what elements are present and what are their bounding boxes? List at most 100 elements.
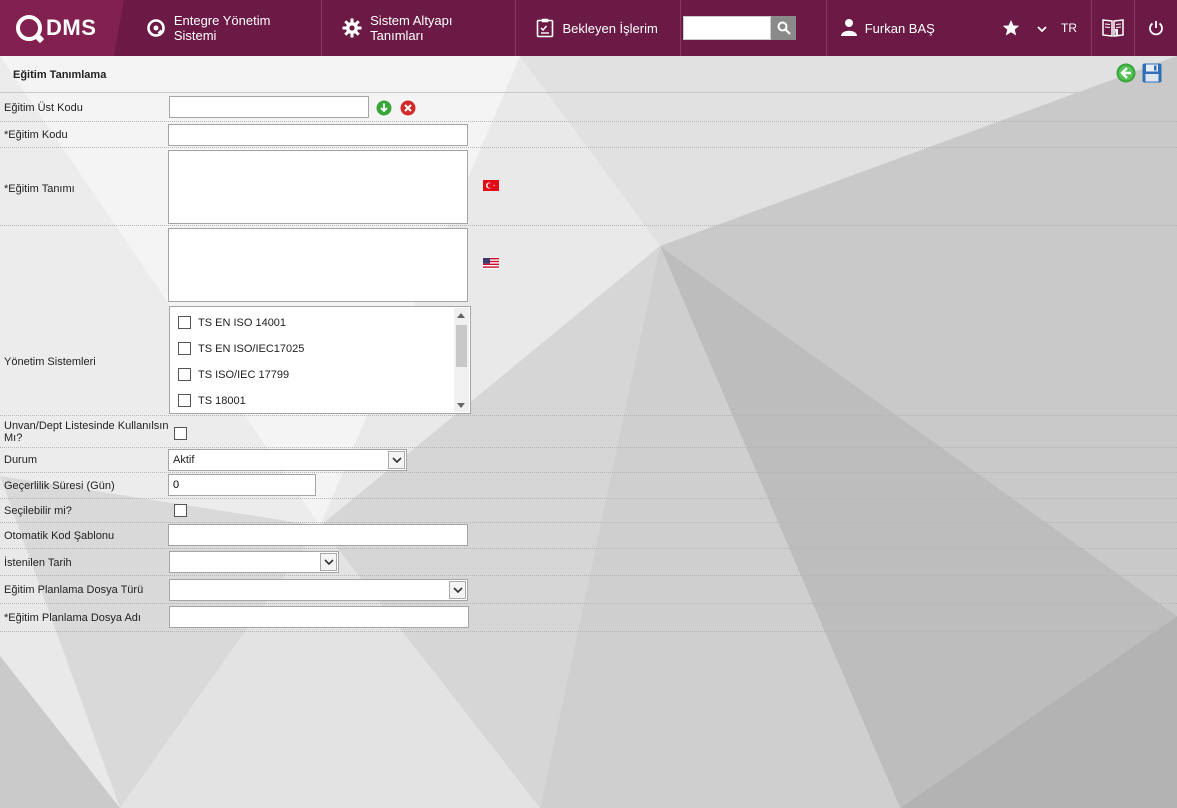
row-egitim-tanimi-en bbox=[0, 226, 1177, 304]
help-book-icon[interactable] bbox=[1091, 0, 1135, 56]
row-secilebilir: Seçilebilir mi? bbox=[0, 499, 1177, 523]
label-line: Mı? bbox=[4, 432, 23, 444]
dropdown-arrow[interactable] bbox=[388, 451, 405, 469]
label-secilebilir: Seçilebilir mi? bbox=[4, 505, 72, 517]
nav-sistem-altyapi-tanimlari[interactable]: Sistem Altyapı Tanımları bbox=[322, 0, 517, 56]
yonetim-sistemleri-listbox[interactable]: TS EN ISO 14001 TS EN ISO/IEC17025 TS IS… bbox=[169, 306, 471, 414]
egitim-tanimi-en-textarea[interactable] bbox=[168, 228, 468, 302]
list-item[interactable]: TS ISO/IEC 17799 bbox=[178, 368, 289, 381]
right-toolbar: TR bbox=[999, 0, 1177, 56]
save-button[interactable] bbox=[1142, 63, 1162, 86]
logo-text: DMS bbox=[46, 15, 97, 40]
chevron-down-icon bbox=[452, 587, 463, 593]
row-egitim-kodu: *Eğitim Kodu bbox=[0, 122, 1177, 148]
list-item[interactable]: TS EN ISO/IEC17025 bbox=[178, 342, 304, 355]
page-header: Eğitim Tanımlama bbox=[0, 56, 1177, 93]
row-durum: Durum Aktif bbox=[0, 448, 1177, 473]
language-selector[interactable]: TR bbox=[1023, 21, 1091, 35]
turkey-flag-icon[interactable] bbox=[483, 180, 499, 194]
list-item-label: TS ISO/IEC 17799 bbox=[198, 368, 290, 381]
label-egitim-ust-kodu: Eğitim Üst Kodu bbox=[4, 102, 83, 114]
back-button[interactable] bbox=[1116, 63, 1136, 86]
egitim-tanimi-tr-textarea[interactable] bbox=[168, 150, 468, 224]
egitim-kodu-input[interactable] bbox=[168, 124, 468, 146]
row-dosya-turu: Eğitim Planlama Dosya Türü bbox=[0, 576, 1177, 604]
row-dosya-adi: *Eğitim Planlama Dosya Adı bbox=[0, 604, 1177, 632]
clear-x-icon[interactable] bbox=[400, 100, 416, 119]
nav-label: Sistem Altyapı Tanımları bbox=[370, 13, 453, 43]
istenilen-tarih-select[interactable] bbox=[169, 551, 339, 573]
page-title: Eğitim Tanımlama bbox=[13, 69, 107, 81]
label-durum: Durum bbox=[4, 454, 38, 466]
chevron-down-icon bbox=[391, 457, 402, 463]
chevron-down-icon bbox=[323, 559, 334, 565]
label-dosya-adi: *Eğitim Planlama Dosya Adı bbox=[4, 612, 141, 624]
back-arrow-icon bbox=[1116, 63, 1136, 83]
secilebilir-checkbox[interactable] bbox=[174, 504, 187, 517]
label-yonetim-sistemleri: Yönetim Sistemleri bbox=[4, 356, 96, 368]
usa-flag-icon[interactable] bbox=[483, 258, 499, 272]
nav-label: Bekleyen İşlerim bbox=[562, 20, 658, 36]
row-egitim-tanimi-tr: *Eğitim Tanımı bbox=[0, 148, 1177, 226]
label-dosya-turu: Eğitim Planlama Dosya Türü bbox=[4, 584, 144, 596]
user-icon bbox=[840, 18, 857, 39]
chevron-down-icon bbox=[1037, 21, 1047, 35]
qdms-circle-icon bbox=[146, 18, 166, 38]
row-unvan-dept: Unvan/Dept Listesinde Kullanılsın Mı? bbox=[0, 416, 1177, 448]
select-down-icon[interactable] bbox=[376, 100, 392, 119]
dropdown-arrow[interactable] bbox=[320, 553, 337, 571]
scrollbar-thumb[interactable] bbox=[456, 325, 467, 367]
row-egitim-ust-kodu: Eğitim Üst Kodu bbox=[0, 94, 1177, 122]
gear-icon bbox=[342, 18, 362, 38]
list-item-label: TS EN ISO/IEC17025 bbox=[198, 342, 305, 355]
list-item-label: TS 18001 bbox=[198, 394, 246, 407]
row-yonetim-sistemleri: Yönetim Sistemleri TS EN ISO 14001 TS EN… bbox=[0, 304, 1177, 416]
clipboard-icon bbox=[536, 18, 554, 38]
listbox-scrollbar[interactable] bbox=[454, 308, 469, 412]
power-icon[interactable] bbox=[1135, 0, 1177, 56]
top-search bbox=[681, 0, 810, 56]
checkbox[interactable] bbox=[178, 342, 191, 355]
scroll-down-arrow-icon[interactable] bbox=[457, 403, 465, 408]
label-otomatik-kod: Otomatik Kod Şablonu bbox=[4, 530, 115, 542]
label-line: Unvan/Dept Listesinde Kullanılsın bbox=[4, 420, 169, 432]
checkbox[interactable] bbox=[178, 394, 191, 407]
label-egitim-tanimi: *Eğitim Tanımı bbox=[4, 183, 75, 195]
otomatik-kod-input[interactable] bbox=[168, 524, 468, 546]
training-form: Eğitim Üst Kodu *Eğitim Kodu *Eğitim Tan… bbox=[0, 94, 1177, 632]
dosya-turu-select[interactable] bbox=[169, 579, 468, 601]
list-item[interactable]: TS EN ISO 14001 bbox=[178, 316, 286, 329]
label-gecerlilik-suresi: Geçerlilik Süresi (Gün) bbox=[4, 480, 115, 492]
nav-entegre-yonetim-sistemi[interactable]: Entegre Yönetim Sistemi bbox=[124, 0, 323, 56]
unvan-dept-checkbox[interactable] bbox=[174, 427, 187, 440]
search-icon bbox=[777, 21, 791, 35]
gecerlilik-suresi-input[interactable] bbox=[168, 474, 316, 496]
checkbox[interactable] bbox=[178, 316, 191, 329]
row-otomatik-kod: Otomatik Kod Şablonu bbox=[0, 523, 1177, 549]
checkbox[interactable] bbox=[178, 368, 191, 381]
qdms-logo-icon bbox=[16, 15, 42, 41]
label-istenilen-tarih: İstenilen Tarih bbox=[4, 557, 72, 569]
language-code: TR bbox=[1061, 21, 1077, 35]
dosya-adi-input[interactable] bbox=[169, 606, 469, 628]
top-navigation-bar: DMS Entegre Yönetim Sistemi Sistem Altya… bbox=[0, 0, 1177, 56]
qdms-logo[interactable]: DMS bbox=[0, 0, 124, 56]
list-item[interactable]: TS 18001 bbox=[178, 394, 246, 407]
user-name: Furkan BAŞ bbox=[864, 20, 935, 36]
durum-selected-value: Aktif bbox=[173, 454, 195, 466]
durum-select[interactable]: Aktif bbox=[168, 449, 407, 471]
search-input[interactable] bbox=[683, 16, 772, 40]
row-gecerlilik-suresi: Geçerlilik Süresi (Gün) bbox=[0, 473, 1177, 499]
dropdown-arrow[interactable] bbox=[449, 581, 466, 599]
label-egitim-kodu: *Eğitim Kodu bbox=[4, 129, 68, 141]
scroll-up-arrow-icon[interactable] bbox=[457, 313, 465, 318]
list-item-label: TS EN ISO 14001 bbox=[198, 316, 287, 329]
nav-label: Entegre Yönetim Sistemi bbox=[173, 13, 271, 43]
nav-bekleyen-islerim[interactable]: Bekleyen İşlerim bbox=[516, 0, 682, 56]
floppy-save-icon bbox=[1142, 63, 1162, 83]
egitim-ust-kodu-input[interactable] bbox=[169, 96, 369, 118]
user-menu[interactable]: Furkan BAŞ bbox=[825, 0, 999, 56]
label-unvan-dept: Unvan/Dept Listesinde Kullanılsın Mı? bbox=[4, 420, 168, 444]
favorites-star-icon[interactable] bbox=[999, 19, 1023, 37]
search-button[interactable] bbox=[771, 16, 797, 40]
